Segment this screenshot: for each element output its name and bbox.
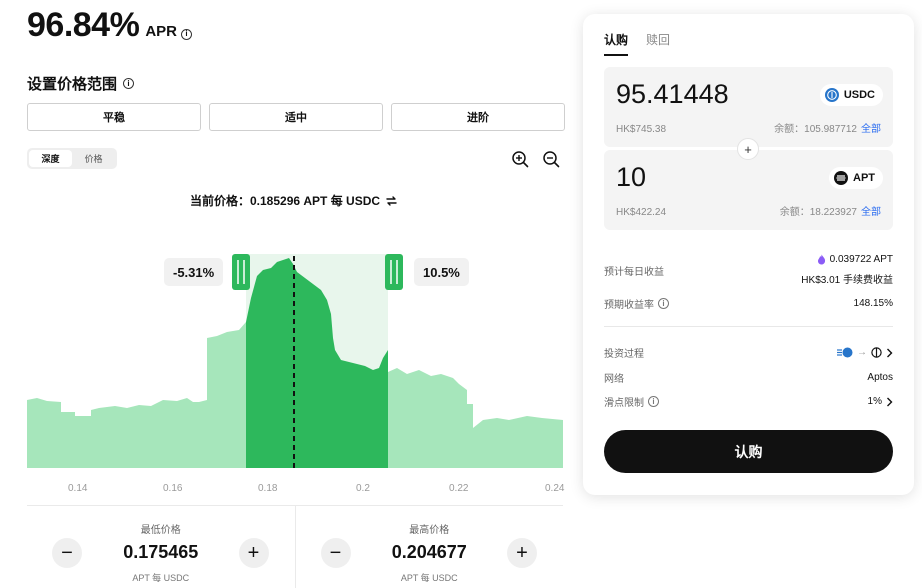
expected-rate-label: 预期收益率 (604, 300, 654, 311)
toggle-price[interactable]: 价格 (72, 150, 115, 167)
daily-income-fee: HK$3.01 手续费收益 (801, 275, 893, 286)
slippage-row[interactable]: 滑点限制 i 1% (604, 394, 893, 409)
usdc-coin-icon (837, 347, 853, 358)
max-price-unit: APT 每 USDC (400, 573, 458, 583)
apr-value: 96.84% (27, 6, 140, 44)
network-label: 网络 (604, 374, 624, 385)
network-row: 网络 Aptos (604, 370, 893, 385)
liquidity-out-of-range (388, 368, 563, 468)
price-range-title-text: 设置价格范围 (27, 76, 118, 93)
min-price-panel: 最低价格 − 0.175465 + APT 每 USDC (27, 506, 295, 588)
chevron-right-icon (887, 397, 893, 406)
usdc-max-button[interactable]: 全部 (861, 120, 881, 135)
apt-amount-input[interactable]: 10 (616, 162, 646, 193)
preset-stable-button[interactable]: 平稳 (27, 103, 201, 131)
apt-fiat-value: HK$422.24 (616, 207, 667, 218)
tab-redeem[interactable]: 赎回 (646, 31, 670, 56)
chart-view-toggle: 深度 价格 (27, 148, 117, 169)
tab-subscribe[interactable]: 认购 (604, 31, 629, 56)
usdc-amount-input[interactable]: 95.41448 (616, 79, 729, 110)
zoom-out-icon[interactable] (542, 150, 560, 168)
x-axis-tick: 0.16 (163, 483, 183, 494)
subscribe-card: 认购 赎回 95.41448 USDC HK$745.38 余额：105.987… (583, 14, 914, 495)
process-arrow: → (857, 347, 867, 358)
toggle-depth[interactable]: 深度 (29, 150, 72, 167)
apt-balance: 余额：18.223927 全部 (780, 203, 881, 218)
investment-process-row[interactable]: 投资过程 → (604, 345, 893, 360)
flame-icon (817, 254, 825, 265)
usdc-balance-text: 余额：105.987712 (774, 124, 857, 135)
network-value: Aptos (867, 372, 893, 383)
apt-coin-icon (834, 171, 848, 185)
min-price-title: 最低价格 (140, 525, 181, 536)
x-axis-tick: 0.24 (545, 483, 565, 494)
divider (604, 326, 893, 327)
price-range-title: 设置价格范围 i (27, 73, 135, 94)
expected-rate-value: 148.15% (853, 298, 893, 309)
min-price-unit: APT 每 USDC (132, 573, 190, 583)
liquidity-depth-chart (27, 254, 563, 468)
apt-symbol: APT (853, 172, 875, 184)
range-low-percent: -5.31% (164, 258, 224, 286)
apt-token-pill: APT (829, 167, 883, 189)
range-handle-left[interactable] (232, 254, 250, 290)
info-icon[interactable]: i (181, 28, 192, 40)
range-presets: 平稳 适中 进阶 (27, 103, 565, 131)
info-icon[interactable]: i (648, 396, 659, 407)
current-price-text: 当前价格：0.185296 APT 每 USDC (190, 194, 381, 208)
x-axis-tick: 0.14 (68, 483, 88, 494)
liquidity-out-of-range (27, 322, 246, 468)
usdc-balance: 余额：105.987712 全部 (774, 120, 881, 135)
apt-max-button[interactable]: 全部 (861, 203, 881, 218)
daily-income-label: 预计每日收益 (604, 266, 664, 278)
apr-header: 96.84% APR i (27, 6, 192, 45)
x-axis-tick: 0.18 (258, 483, 278, 494)
x-axis-tick: 0.2 (356, 483, 370, 494)
plus-icon: + (737, 138, 759, 160)
subscribe-button[interactable]: 认购 (604, 430, 893, 473)
current-price: 当前价格：0.185296 APT 每 USDC (190, 192, 398, 209)
max-price-panel: 最高价格 − 0.204677 + APT 每 USDC (294, 506, 564, 588)
max-price-increase-button[interactable]: + (507, 538, 537, 568)
price-range-inputs: 最低价格 − 0.175465 + APT 每 USDC 最高价格 − 0.20… (27, 505, 563, 588)
min-price-increase-button[interactable]: + (238, 538, 269, 568)
daily-income-row: 预计每日收益 0.039722 APT HK$3.01 手续费收益 (604, 254, 893, 286)
expected-rate-row: 预期收益率 i 148.15% (604, 296, 893, 311)
zoom-in-icon[interactable] (511, 150, 529, 168)
usdc-amount-box[interactable]: 95.41448 USDC HK$745.38 余额：105.987712 全部 (604, 67, 893, 147)
card-tabs: 认购 赎回 (604, 31, 670, 56)
usdc-coin-icon (824, 88, 839, 102)
slippage-label: 滑点限制 (604, 398, 644, 409)
swap-direction-icon[interactable] (385, 195, 398, 207)
usdc-fiat-value: HK$745.38 (616, 124, 667, 135)
info-icon[interactable]: i (658, 298, 669, 309)
slippage-value: 1% (867, 396, 882, 407)
usdc-token-pill: USDC (819, 84, 883, 106)
apt-balance-text: 余额：18.223927 (779, 207, 857, 218)
range-handle-right[interactable] (385, 254, 403, 290)
range-high-percent: 10.5% (414, 258, 469, 286)
investment-process-label: 投资过程 (604, 349, 644, 360)
pool-icon (871, 347, 882, 358)
daily-income-apt: 0.039722 APT (829, 254, 893, 265)
preset-moderate-button[interactable]: 适中 (209, 103, 383, 131)
apr-label: APR (145, 23, 177, 40)
chevron-right-icon (887, 348, 893, 357)
max-price-title: 最高价格 (409, 525, 450, 536)
x-axis-tick: 0.22 (449, 483, 469, 494)
preset-advanced-button[interactable]: 进阶 (391, 103, 565, 131)
info-icon[interactable]: i (123, 78, 135, 89)
apt-amount-box[interactable]: 10 APT HK$422.24 余额：18.223927 全部 (604, 150, 893, 230)
usdc-symbol: USDC (843, 89, 875, 101)
